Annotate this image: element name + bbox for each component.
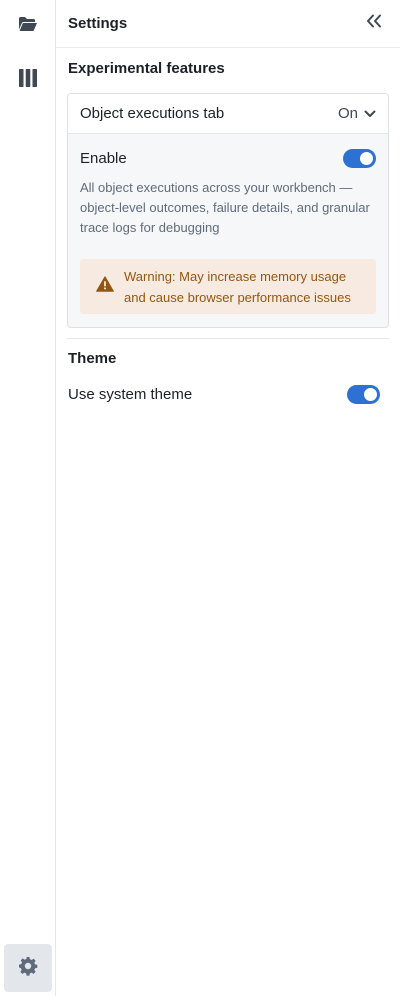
icon-rail xyxy=(0,0,56,996)
system-theme-label: Use system theme xyxy=(68,385,193,403)
system-theme-toggle[interactable] xyxy=(347,384,380,404)
warning-callout: Warning: May increase memory usage and c… xyxy=(80,259,376,314)
feature-name: Object executions tab xyxy=(80,105,225,122)
settings-rail-button[interactable] xyxy=(4,944,52,992)
folder-open-icon xyxy=(18,16,38,37)
panel-header: Settings xyxy=(56,0,400,48)
columns-rail-button[interactable] xyxy=(4,56,52,104)
enable-row: Enable xyxy=(80,144,376,172)
columns-icon xyxy=(19,68,37,92)
app-root: Settings Experimental features Object ex… xyxy=(0,0,400,996)
enable-toggle[interactable] xyxy=(343,148,376,168)
feature-description: All object executions across your workbe… xyxy=(80,180,370,235)
collapse-panel-button[interactable] xyxy=(360,10,388,38)
feature-status-value: On xyxy=(337,105,358,122)
toggle-knob xyxy=(360,151,373,165)
feature-header-row[interactable]: Object executions tab On xyxy=(68,94,388,134)
panel-title: Settings xyxy=(68,15,128,32)
system-theme-row: Use system theme xyxy=(56,381,389,407)
section-divider xyxy=(67,338,389,339)
double-chevron-left-icon xyxy=(366,14,382,33)
feature-status-dropdown[interactable]: On xyxy=(338,105,376,122)
settings-panel: Settings Experimental features Object ex… xyxy=(56,0,400,996)
gear-icon xyxy=(18,956,38,981)
experimental-features-heading: Experimental features xyxy=(68,60,225,77)
feature-card-object-executions: Object executions tab On Enable All obje… xyxy=(67,93,389,328)
feature-body: Enable All object executions across your… xyxy=(68,134,388,314)
theme-heading: Theme xyxy=(68,350,117,367)
toggle-knob xyxy=(364,387,377,401)
enable-label: Enable xyxy=(80,149,127,167)
warning-icon xyxy=(96,276,114,297)
files-rail-button[interactable] xyxy=(4,2,52,50)
chevron-down-icon xyxy=(364,105,376,122)
warning-text: Warning: May increase memory usage and c… xyxy=(124,268,351,305)
